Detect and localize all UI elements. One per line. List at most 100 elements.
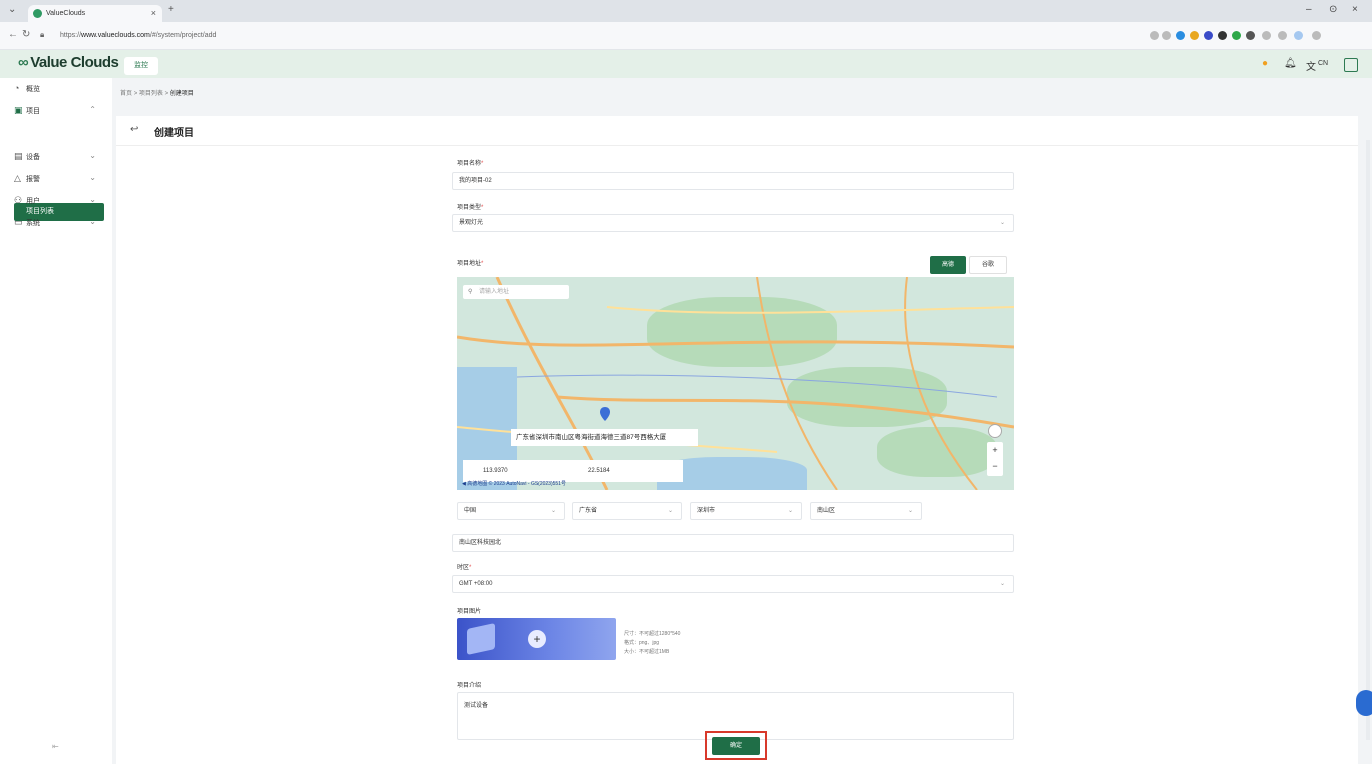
key-icon[interactable]: [1162, 31, 1171, 40]
project-icon: ▣: [14, 105, 23, 115]
extension-icon[interactable]: [1204, 31, 1213, 40]
favicon-icon: [33, 9, 42, 18]
minimize-button[interactable]: –: [1306, 4, 1312, 15]
extension-icon[interactable]: [1218, 31, 1227, 40]
chevron-down-icon: ⌄: [89, 151, 96, 160]
url-field[interactable]: https://www.valueclouds.com/#/system/pro…: [60, 28, 640, 44]
cube-illustration-icon: [467, 623, 495, 655]
page-title: 创建项目: [154, 128, 194, 139]
select-value: 广东省: [579, 508, 598, 514]
floating-chat-button[interactable]: [1356, 690, 1372, 716]
dashboard-icon: ◔: [14, 83, 20, 93]
zoom-out-button[interactable]: −: [987, 458, 1003, 474]
timezone-select[interactable]: GMT +08:00 ⌄: [452, 575, 1014, 593]
top-tab-monitor[interactable]: 监控: [124, 57, 158, 75]
reload-icon[interactable]: ↻: [22, 29, 30, 40]
chevron-down-icon: ⌄: [89, 173, 96, 182]
map-attribution: ◀ 高德地图 © 2023 AutoNavi - GS(2023)551号: [462, 481, 566, 487]
latitude-value[interactable]: 22.5184: [588, 460, 610, 482]
project-type-select[interactable]: 景观灯光 ⌄: [452, 214, 1014, 232]
sidebar-item-label: 系统: [26, 220, 40, 227]
extension-icon[interactable]: [1232, 31, 1241, 40]
map-search-input[interactable]: ⚲ 请输入地址: [463, 285, 569, 299]
sidebar-item-system[interactable]: ▭ 系统 ⌄: [14, 214, 104, 230]
select-value: GMT +08:00: [459, 581, 493, 587]
browser-tab-bar: ⌄ ValueClouds × + – ⊙ ×: [0, 0, 1372, 22]
breadcrumb-current: 创建项目: [169, 91, 194, 97]
menu-icon[interactable]: [1312, 31, 1321, 40]
back-nav-icon[interactable]: ←: [8, 29, 18, 40]
logo-text: Value Clouds: [30, 54, 119, 71]
image-hint-filesize: 大小：不可超过1MB: [624, 649, 670, 655]
collapse-sidebar-icon[interactable]: ⇤: [52, 742, 59, 751]
search-icon: ⚲: [468, 289, 473, 295]
browser-tab[interactable]: ValueClouds ×: [28, 5, 162, 22]
favorites-icon[interactable]: [1262, 31, 1271, 40]
tab-close-button[interactable]: ×: [151, 5, 156, 22]
select-value: 深圳市: [697, 508, 716, 514]
zoom-in-button[interactable]: +: [987, 442, 1003, 458]
map-roads: [457, 277, 1014, 490]
label-text: 项目名称: [457, 161, 482, 167]
district-select[interactable]: 南山区 ⌄: [810, 502, 922, 520]
chevron-down-icon: ⌄: [907, 508, 913, 514]
breadcrumb-parent[interactable]: 项目列表: [139, 91, 163, 97]
extension-icon[interactable]: [1246, 31, 1255, 40]
chevron-down-icon: ⌄: [667, 508, 673, 514]
url-domain: www.valueclouds.com: [81, 32, 150, 39]
country-select[interactable]: 中国 ⌄: [457, 502, 565, 520]
required-mark: *: [481, 261, 484, 267]
map-provider-amap-button[interactable]: 高德: [930, 256, 966, 274]
label-text: 项目类型: [457, 205, 482, 211]
sidebar-item-user[interactable]: ⚇ 用户 ⌄: [14, 192, 104, 208]
province-select[interactable]: 广东省 ⌄: [572, 502, 682, 520]
sidebar-item-label: 用户: [26, 198, 40, 205]
sidebar-item-label: 概览: [26, 86, 40, 93]
sidebar-item-project[interactable]: ▣ 项目 ⌃: [14, 102, 104, 118]
star-icon[interactable]: [1150, 31, 1159, 40]
city-select[interactable]: 深圳市 ⌄: [690, 502, 802, 520]
map-address-popup: 广东省深圳市南山区粤海街道海德三道87号西格大厦: [511, 429, 698, 446]
back-arrow-icon[interactable]: ↩: [130, 124, 138, 135]
tab-list-icon[interactable]: ⌄: [8, 4, 16, 15]
chevron-down-icon: ⌄: [550, 508, 556, 514]
app-header: ∞ Value Clouds 监控 ● 🔔︎ 文 CN: [0, 50, 1372, 78]
label-text: 项目地址: [457, 261, 482, 267]
profile-icon[interactable]: [1294, 31, 1303, 40]
extension-icon[interactable]: [1190, 31, 1199, 40]
maximize-button[interactable]: ⊙: [1329, 4, 1337, 15]
sidebar-item-overview[interactable]: ◔ 概览: [14, 80, 104, 96]
sidebar-item-device[interactable]: ▤ 设备 ⌄: [14, 148, 104, 164]
sidebar-item-alarm[interactable]: △ 报警 ⌄: [14, 170, 104, 186]
project-name-label: 项目名称*: [457, 158, 483, 167]
map-view[interactable]: ⚲ 请输入地址 广东省深圳市南山区粤海街道海德三道87号西格大厦 113.9370…: [457, 277, 1014, 490]
sidebar-item-label: 设备: [26, 154, 40, 161]
confirm-highlight-box: [705, 731, 767, 760]
browser-tab-title: ValueClouds: [46, 10, 86, 17]
locate-me-button[interactable]: [988, 424, 1002, 438]
extension-icon[interactable]: [1176, 31, 1185, 40]
new-tab-button[interactable]: +: [168, 4, 174, 15]
street-address-input[interactable]: 南山区科技园北: [452, 534, 1014, 552]
chevron-down-icon: ⌄: [787, 508, 793, 514]
project-image-upload[interactable]: +: [457, 618, 616, 660]
longitude-value[interactable]: 113.9370: [483, 460, 508, 482]
close-window-button[interactable]: ×: [1352, 4, 1358, 15]
page-scrollbar[interactable]: [1366, 140, 1370, 740]
translate-icon[interactable]: 文: [1306, 58, 1316, 73]
bell-icon[interactable]: 🔔︎: [1284, 58, 1297, 69]
cloud-logo-icon: ∞: [18, 54, 29, 71]
breadcrumb: 首页 > 项目列表 > 创建项目: [120, 88, 194, 97]
system-icon: ▭: [14, 217, 23, 227]
user-avatar[interactable]: [1344, 58, 1358, 72]
map-provider-google-button[interactable]: 谷歌: [969, 256, 1007, 274]
project-name-input[interactable]: 我的项目-02: [452, 172, 1014, 190]
location-pin-icon: [600, 407, 610, 421]
add-image-icon[interactable]: +: [528, 630, 546, 648]
collections-icon[interactable]: [1278, 31, 1287, 40]
breadcrumb-home[interactable]: 首页: [120, 91, 132, 97]
coordinates-panel: 113.9370 22.5184: [463, 460, 683, 482]
image-hint-format: 格式：png、jpg: [624, 640, 660, 646]
language-label[interactable]: CN: [1318, 60, 1328, 67]
project-address-label: 项目地址*: [457, 258, 483, 267]
